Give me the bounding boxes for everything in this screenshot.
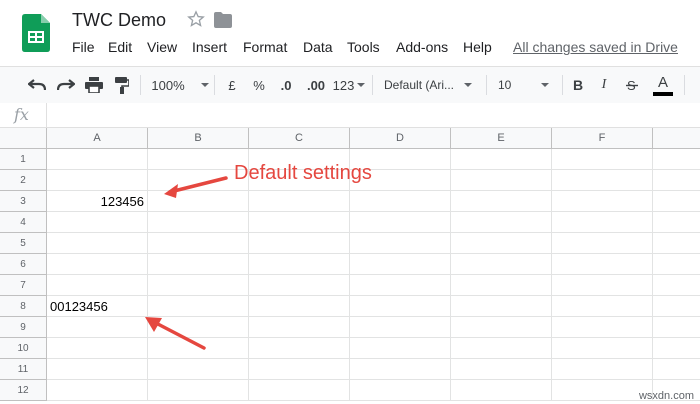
formula-bar: fx: [0, 103, 700, 128]
strikethrough-icon[interactable]: S: [623, 67, 641, 103]
row-header-10[interactable]: 10: [0, 338, 47, 359]
saved-status-link[interactable]: All changes saved in Drive: [513, 39, 678, 55]
menu-file[interactable]: File: [72, 39, 95, 55]
font-family-select[interactable]: Default (Ari...: [384, 67, 478, 103]
annotation-arrow-icon: [164, 176, 228, 198]
row-header-9[interactable]: 9: [0, 317, 47, 338]
menu-format[interactable]: Format: [243, 39, 287, 55]
column-header-e[interactable]: E: [451, 128, 552, 149]
menu-insert[interactable]: Insert: [192, 39, 227, 55]
zoom-select[interactable]: 100%: [150, 67, 210, 103]
menu-help[interactable]: Help: [463, 39, 492, 55]
decrease-decimal-button[interactable]: .0: [275, 67, 297, 103]
column-header-b[interactable]: B: [148, 128, 249, 149]
more-formats-button[interactable]: 123: [332, 67, 366, 103]
column-header-d[interactable]: D: [350, 128, 451, 149]
column-header-g[interactable]: [653, 128, 700, 149]
sheets-logo-icon[interactable]: [22, 14, 50, 52]
row-header-4[interactable]: 4: [0, 212, 47, 233]
paint-format-icon[interactable]: [110, 67, 134, 103]
row-header-8[interactable]: 8: [0, 296, 47, 317]
menu-addons[interactable]: Add-ons: [396, 39, 448, 55]
print-icon[interactable]: [82, 67, 106, 103]
bold-button[interactable]: B: [568, 67, 588, 103]
increase-decimal-label: .00: [306, 77, 326, 93]
menu-tools[interactable]: Tools: [347, 39, 380, 55]
text-color-button[interactable]: A: [652, 67, 674, 103]
column-header-c[interactable]: C: [249, 128, 350, 149]
increase-decimal-button[interactable]: .00: [302, 67, 330, 103]
watermark: wsxdn.com: [638, 390, 694, 402]
currency-format-button[interactable]: £: [222, 67, 242, 103]
zoom-value: 100%: [151, 77, 185, 93]
star-icon[interactable]: [187, 10, 205, 28]
document-title[interactable]: TWC Demo: [72, 10, 166, 31]
font-family-value: Default (Ari...: [384, 78, 455, 92]
redo-icon[interactable]: [53, 67, 79, 103]
toolbar: 100% £ % .0 .00 123 Default (Ari... 10 B…: [0, 66, 700, 104]
row-header-12[interactable]: 12: [0, 380, 47, 401]
column-header-f[interactable]: F: [552, 128, 653, 149]
menu-data[interactable]: Data: [303, 39, 333, 55]
font-size-select[interactable]: 10: [498, 67, 554, 103]
annotation-label: Default settings: [234, 162, 372, 184]
cell-a3[interactable]: 123456: [47, 191, 144, 212]
annotation-arrow-2-icon: [145, 317, 206, 350]
cell-a8[interactable]: 00123456: [50, 296, 147, 317]
row-header-2[interactable]: 2: [0, 170, 47, 191]
folder-icon[interactable]: [214, 12, 232, 28]
column-header-a[interactable]: A: [47, 128, 148, 149]
font-size-value: 10: [498, 78, 512, 92]
text-color-label: A: [657, 73, 668, 91]
row-header-7[interactable]: 7: [0, 275, 47, 296]
menu-view[interactable]: View: [147, 39, 177, 55]
text-color-swatch: [653, 91, 673, 96]
row-header-5[interactable]: 5: [0, 233, 47, 254]
row-header-3[interactable]: 3: [0, 191, 47, 212]
italic-button[interactable]: I: [596, 67, 612, 103]
formula-input[interactable]: [52, 103, 692, 127]
row-header-1[interactable]: 1: [0, 149, 47, 170]
row-header-11[interactable]: 11: [0, 359, 47, 380]
fx-label: fx: [14, 105, 29, 124]
more-formats-label: 123: [332, 77, 355, 93]
percent-format-button[interactable]: %: [249, 67, 269, 103]
select-all-corner[interactable]: [0, 128, 47, 149]
undo-icon[interactable]: [24, 67, 50, 103]
menu-edit[interactable]: Edit: [108, 39, 132, 55]
row-header-6[interactable]: 6: [0, 254, 47, 275]
decrease-decimal-label: .0: [280, 77, 292, 93]
